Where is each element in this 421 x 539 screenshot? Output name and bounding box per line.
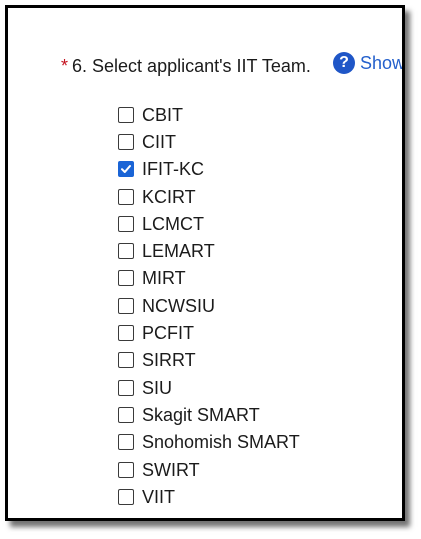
team-option[interactable]: LEMART [118,237,300,264]
checkbox[interactable] [118,434,134,451]
team-option-label: SWIRT [142,459,200,480]
checkbox-checked[interactable] [118,161,134,178]
help-link-text[interactable]: Show [360,52,402,74]
team-option[interactable]: Skagit SMART [118,401,300,428]
team-option-label: MIRT [142,268,186,289]
team-option-label: NCWSIU [142,295,215,316]
question-text: 6. Select applicant's IIT Team. [72,56,311,76]
team-option-label: CIIT [142,131,176,152]
form-panel: * 6. Select applicant's IIT Team. ? Show … [5,5,405,521]
show-help-link[interactable]: ? Show [333,52,402,74]
checkbox[interactable] [118,133,134,150]
team-option-label: Skagit SMART [142,404,260,425]
team-option-label: Snohomish SMART [142,432,300,453]
checkbox[interactable] [118,215,134,232]
checkbox[interactable] [118,461,134,478]
required-marker: * [61,56,69,76]
team-option-label: PCFIT [142,323,194,344]
team-option-label: LCMCT [142,213,204,234]
help-question-icon[interactable]: ? [333,52,355,74]
checkbox[interactable] [118,488,134,505]
checkbox[interactable] [118,379,134,396]
team-option[interactable]: VIIT [118,483,300,510]
checkbox[interactable] [118,325,134,342]
checkbox[interactable] [118,406,134,423]
team-option[interactable]: SWIRT [118,456,300,483]
team-option-label: KCIRT [142,186,196,207]
checkbox[interactable] [118,188,134,205]
question-label: * 6. Select applicant's IIT Team. [61,55,311,77]
team-option-label: VIIT [142,486,176,507]
team-option-label: SIRRT [142,350,196,371]
checkbox[interactable] [118,106,134,123]
checkbox[interactable] [118,297,134,314]
checkbox[interactable] [118,352,134,369]
team-option[interactable]: IFIT-KC [118,156,300,183]
team-option[interactable]: SIU [118,374,300,401]
checkbox[interactable] [118,243,134,260]
team-option-label: IFIT-KC [142,159,204,180]
team-option[interactable]: CBIT [118,101,300,128]
checkmark-icon [121,165,131,174]
team-checkbox-list: CBIT CIIT IFIT-KC KCIRT LCMCT LEMART MIRT NCWSI… [118,101,300,510]
team-option-label: LEMART [142,241,215,262]
team-option[interactable]: PCFIT [118,319,300,346]
checkbox[interactable] [118,270,134,287]
team-option-label: CBIT [142,104,184,125]
team-option-label: SIU [142,377,173,398]
team-option[interactable]: Snohomish SMART [118,429,300,456]
team-option[interactable]: NCWSIU [118,292,300,319]
team-option[interactable]: MIRT [118,265,300,292]
team-option[interactable]: KCIRT [118,183,300,210]
team-option[interactable]: LCMCT [118,210,300,237]
team-option[interactable]: SIRRT [118,347,300,374]
team-option[interactable]: CIIT [118,128,300,155]
